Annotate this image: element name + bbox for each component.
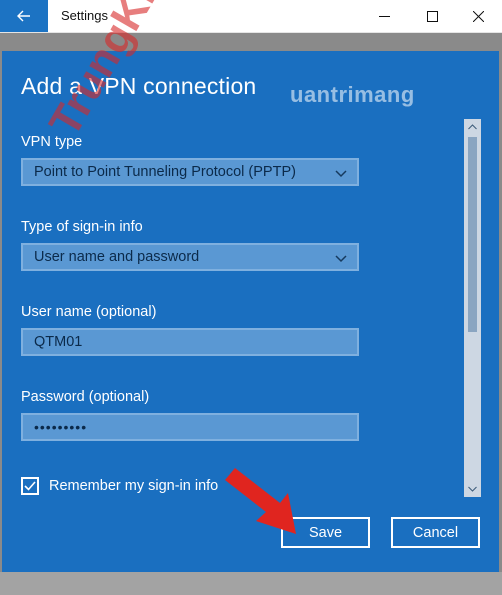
close-icon — [472, 10, 484, 22]
vpn-type-value: Point to Point Tunneling Protocol (PPTP) — [34, 164, 296, 180]
signin-type-select[interactable]: User name and password — [21, 243, 359, 271]
back-button[interactable] — [0, 0, 48, 32]
title-bar: Settings — [0, 0, 502, 33]
save-button[interactable]: Save — [281, 517, 370, 548]
vpn-dialog: Add a VPN connection VPN type Point to P… — [2, 51, 499, 572]
username-input[interactable]: QTM01 — [21, 328, 359, 356]
password-input[interactable]: ••••••••• — [21, 413, 359, 441]
scrollbar-thumb[interactable] — [468, 137, 477, 332]
scroll-up-icon[interactable] — [464, 119, 481, 135]
password-value: ••••••••• — [34, 419, 88, 435]
vpn-type-label: VPN type — [21, 134, 83, 150]
back-arrow-icon — [17, 10, 30, 22]
maximize-icon — [426, 10, 438, 22]
signin-type-value: User name and password — [34, 249, 200, 265]
bottom-strip — [0, 572, 502, 595]
dialog-title: Add a VPN connection — [21, 73, 257, 99]
remember-label: Remember my sign-in info — [49, 478, 219, 494]
password-label: Password (optional) — [21, 389, 150, 405]
remember-checkbox[interactable] — [21, 477, 39, 495]
close-button[interactable] — [455, 0, 501, 32]
vpn-type-select[interactable]: Point to Point Tunneling Protocol (PPTP) — [21, 158, 359, 186]
cancel-button[interactable]: Cancel — [391, 517, 480, 548]
username-label: User name (optional) — [21, 304, 157, 320]
window-title: Settings — [61, 8, 108, 23]
checkmark-icon — [24, 481, 36, 491]
username-value: QTM01 — [34, 334, 83, 350]
chevron-down-icon — [335, 255, 347, 263]
chevron-down-icon — [335, 170, 347, 178]
scrollbar[interactable] — [464, 119, 481, 497]
scroll-down-icon[interactable] — [464, 481, 481, 497]
minimize-button[interactable] — [361, 0, 407, 32]
minimize-icon — [378, 15, 390, 17]
maximize-button[interactable] — [409, 0, 455, 32]
signin-type-label: Type of sign-in info — [21, 219, 143, 235]
